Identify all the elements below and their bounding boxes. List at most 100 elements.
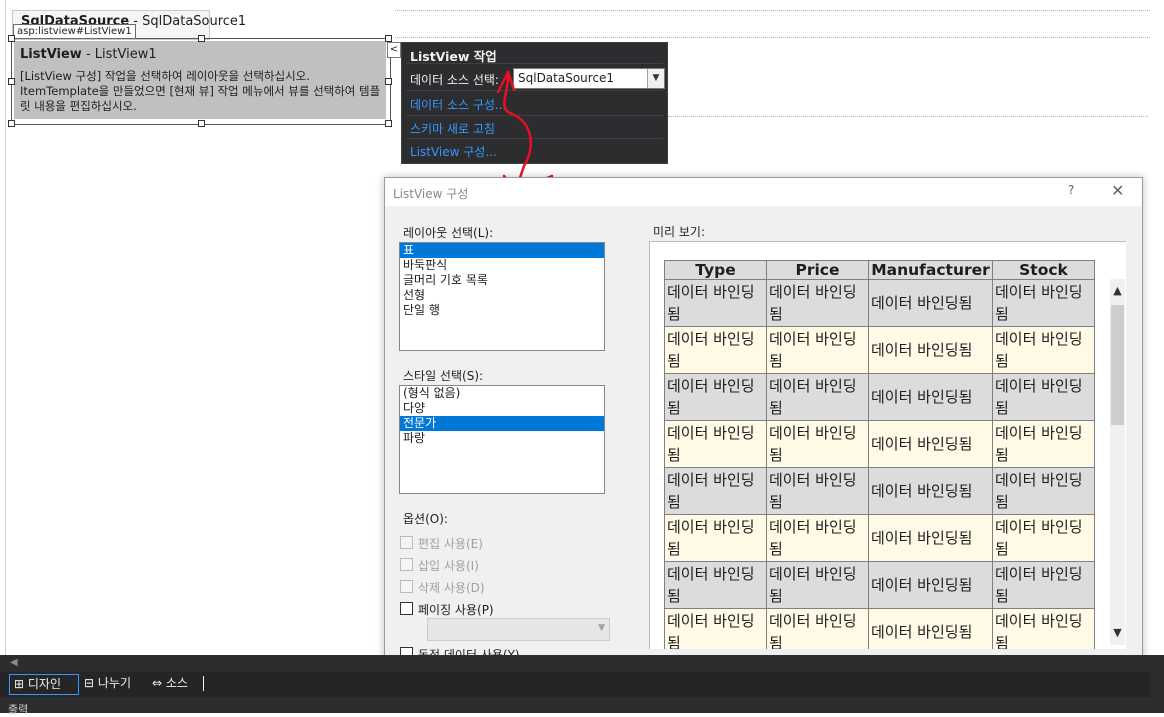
dotted-guide-top bbox=[395, 10, 1150, 11]
dotted-guide-lower bbox=[668, 116, 1148, 117]
preview-cell: 데이터 바인딩됨 bbox=[868, 373, 993, 421]
preview-cell: 데이터 바인딩됨 bbox=[868, 467, 993, 515]
chevron-down-icon[interactable]: ▼ bbox=[647, 69, 664, 88]
option-checkbox[interactable] bbox=[400, 602, 413, 615]
preview-cell: 데이터 바인딩됨 bbox=[766, 467, 869, 515]
design-icon: ⊞ bbox=[14, 677, 25, 691]
listview-control[interactable]: ListView - ListView1 [ListView 구성] 작업을 선… bbox=[14, 41, 386, 119]
data-source-label: 데이터 소스 선택: bbox=[410, 73, 499, 87]
split-icon: ⊟ bbox=[84, 676, 95, 690]
resize-handle[interactable] bbox=[8, 78, 15, 85]
preview-scrollbar[interactable]: ▲ ▼ bbox=[1110, 279, 1125, 645]
preview-header-cell: Stock bbox=[992, 260, 1095, 280]
layout-option[interactable]: 글머리 기호 목록 bbox=[400, 273, 604, 288]
option-checkbox bbox=[400, 536, 413, 549]
preview-pane: Type Price Manufacturer Stock 데이터 바인딩됨 데이터 바… bbox=[649, 241, 1126, 649]
layout-option[interactable]: 표 bbox=[400, 243, 604, 258]
left-margin-line bbox=[5, 0, 6, 655]
tab-design[interactable]: ⊞ 디자인 bbox=[9, 674, 79, 695]
preview-cell: 데이터 바인딩됨 bbox=[766, 561, 869, 609]
style-listbox[interactable]: (형식 없음) 다양 전문가 파랑 bbox=[399, 385, 605, 494]
layout-listbox[interactable]: 표 바둑판식 글머리 기호 목록 선형 단일 행 bbox=[399, 242, 605, 351]
options-label: 옵션(O): bbox=[403, 512, 448, 526]
layout-option[interactable]: 바둑판식 bbox=[400, 258, 604, 273]
resize-handle[interactable] bbox=[385, 35, 392, 42]
resize-handle[interactable] bbox=[8, 35, 15, 42]
resize-handle[interactable] bbox=[385, 120, 392, 127]
page-size-combo: ▼ bbox=[427, 618, 610, 641]
preview-cell: 데이터 바인딩됨 bbox=[664, 420, 767, 468]
text-cursor bbox=[203, 676, 204, 691]
dialog-titlebar[interactable]: ListView 구성 ? ✕ bbox=[385, 178, 1142, 206]
layout-option[interactable]: 선형 bbox=[400, 288, 604, 303]
style-option[interactable]: (형식 없음) bbox=[400, 386, 604, 401]
preview-cell: 데이터 바인딩됨 bbox=[992, 326, 1095, 374]
dialog-body: 레이아웃 선택(L): 표 바둑판식 글머리 기호 목록 선형 단일 행 스타일 선택(… bbox=[385, 206, 1142, 697]
preview-header-cell: Type bbox=[664, 260, 767, 280]
preview-cell: 데이터 바인딩됨 bbox=[992, 279, 1095, 327]
preview-cell: 데이터 바인딩됨 bbox=[664, 373, 767, 421]
smart-tag-icon[interactable]: < bbox=[387, 42, 401, 58]
resize-handle[interactable] bbox=[198, 35, 205, 42]
output-panel-header[interactable]: 출력 bbox=[0, 697, 1164, 716]
output-label: 출력 bbox=[8, 703, 29, 716]
preview-cell: 데이터 바인딩됨 bbox=[868, 514, 993, 562]
preview-row: 데이터 바인딩됨 데이터 바인딩됨 데이터 바인딩됨 데이터 바인딩됨 bbox=[664, 514, 1095, 562]
resize-handle[interactable] bbox=[385, 78, 392, 85]
preview-cell: 데이터 바인딩됨 bbox=[868, 326, 993, 374]
right-edge-panel bbox=[1150, 655, 1164, 697]
option-label: 페이징 사용(P) bbox=[418, 603, 494, 617]
close-icon[interactable]: ✕ bbox=[1111, 181, 1124, 200]
preview-row: 데이터 바인딩됨 데이터 바인딩됨 데이터 바인딩됨 데이터 바인딩됨 bbox=[664, 467, 1095, 515]
dialog-title: ListView 구성 bbox=[393, 187, 469, 201]
style-label: 스타일 선택(S): bbox=[403, 369, 484, 383]
source-icon: ⇔ bbox=[152, 676, 163, 690]
tab-split[interactable]: ⊟ 나누기 bbox=[80, 674, 146, 693]
listview-config-dialog: ListView 구성 ? ✕ 레이아웃 선택(L): 표 바둑판식 글머리 기호 … bbox=[384, 177, 1143, 698]
preview-cell: 데이터 바인딩됨 bbox=[664, 514, 767, 562]
preview-cell: 데이터 바인딩됨 bbox=[766, 326, 869, 374]
preview-cell: 데이터 바인딩됨 bbox=[664, 279, 767, 327]
option-checkbox bbox=[400, 580, 413, 593]
preview-cell: 데이터 바인딩됨 bbox=[766, 279, 869, 327]
preview-cell: 데이터 바인딩됨 bbox=[868, 608, 993, 649]
layout-option[interactable]: 단일 행 bbox=[400, 303, 604, 318]
scroll-left-icon[interactable]: ◀ bbox=[10, 657, 18, 668]
preview-header-cell: Manufacturer bbox=[868, 260, 993, 280]
resize-handle[interactable] bbox=[8, 120, 15, 127]
option-checkbox bbox=[400, 558, 413, 571]
tab-label: 디자인 bbox=[27, 677, 62, 691]
preview-header-cell: Price bbox=[766, 260, 869, 280]
scroll-up-icon[interactable]: ▲ bbox=[1110, 284, 1125, 297]
preview-table: Type Price Manufacturer Stock 데이터 바인딩됨 데이터 바… bbox=[664, 260, 1095, 649]
preview-row: 데이터 바인딩됨 데이터 바인딩됨 데이터 바인딩됨 데이터 바인딩됨 bbox=[664, 561, 1095, 609]
preview-cell: 데이터 바인딩됨 bbox=[664, 561, 767, 609]
option-label: 편집 사용(E) bbox=[418, 537, 483, 551]
designer-hscrollbar[interactable]: ◀ bbox=[0, 655, 1164, 672]
preview-row: 데이터 바인딩됨 데이터 바인딩됨 데이터 바인딩됨 데이터 바인딩됨 bbox=[664, 420, 1095, 468]
refresh-schema-link[interactable]: 스키마 새로 고침 bbox=[410, 120, 495, 137]
style-option[interactable]: 다양 bbox=[400, 401, 604, 416]
preview-row: 데이터 바인딩됨 데이터 바인딩됨 데이터 바인딩됨 데이터 바인딩됨 bbox=[664, 608, 1095, 649]
configure-listview-link[interactable]: ListView 구성... bbox=[410, 143, 497, 160]
help-icon[interactable]: ? bbox=[1068, 183, 1074, 197]
resize-handle[interactable] bbox=[198, 120, 205, 127]
preview-cell: 데이터 바인딩됨 bbox=[992, 561, 1095, 609]
style-option[interactable]: 파랑 bbox=[400, 431, 604, 446]
preview-cell: 데이터 바인딩됨 bbox=[766, 420, 869, 468]
preview-cell: 데이터 바인딩됨 bbox=[766, 373, 869, 421]
layout-label: 레이아웃 선택(L): bbox=[403, 226, 494, 240]
listview-instructions: [ListView 구성] 작업을 선택하여 레이아웃을 선택하십시오. Ite… bbox=[20, 69, 381, 113]
preview-cell: 데이터 바인딩됨 bbox=[766, 514, 869, 562]
view-switcher-bar: ⊞ 디자인 ⊟ 나누기 ⇔ 소스 bbox=[0, 672, 1164, 697]
preview-cell: 데이터 바인딩됨 bbox=[664, 326, 767, 374]
scroll-thumb[interactable] bbox=[1111, 305, 1124, 425]
scroll-down-icon[interactable]: ▼ bbox=[1110, 626, 1125, 639]
preview-cell: 데이터 바인딩됨 bbox=[868, 279, 993, 327]
tab-source[interactable]: ⇔ 소스 bbox=[148, 674, 208, 693]
style-option[interactable]: 전문가 bbox=[400, 416, 604, 431]
preview-cell: 데이터 바인딩됨 bbox=[868, 561, 993, 609]
preview-cell: 데이터 바인딩됨 bbox=[868, 420, 993, 468]
preview-cell: 데이터 바인딩됨 bbox=[664, 467, 767, 515]
preview-row: 데이터 바인딩됨 데이터 바인딩됨 데이터 바인딩됨 데이터 바인딩됨 bbox=[664, 373, 1095, 421]
